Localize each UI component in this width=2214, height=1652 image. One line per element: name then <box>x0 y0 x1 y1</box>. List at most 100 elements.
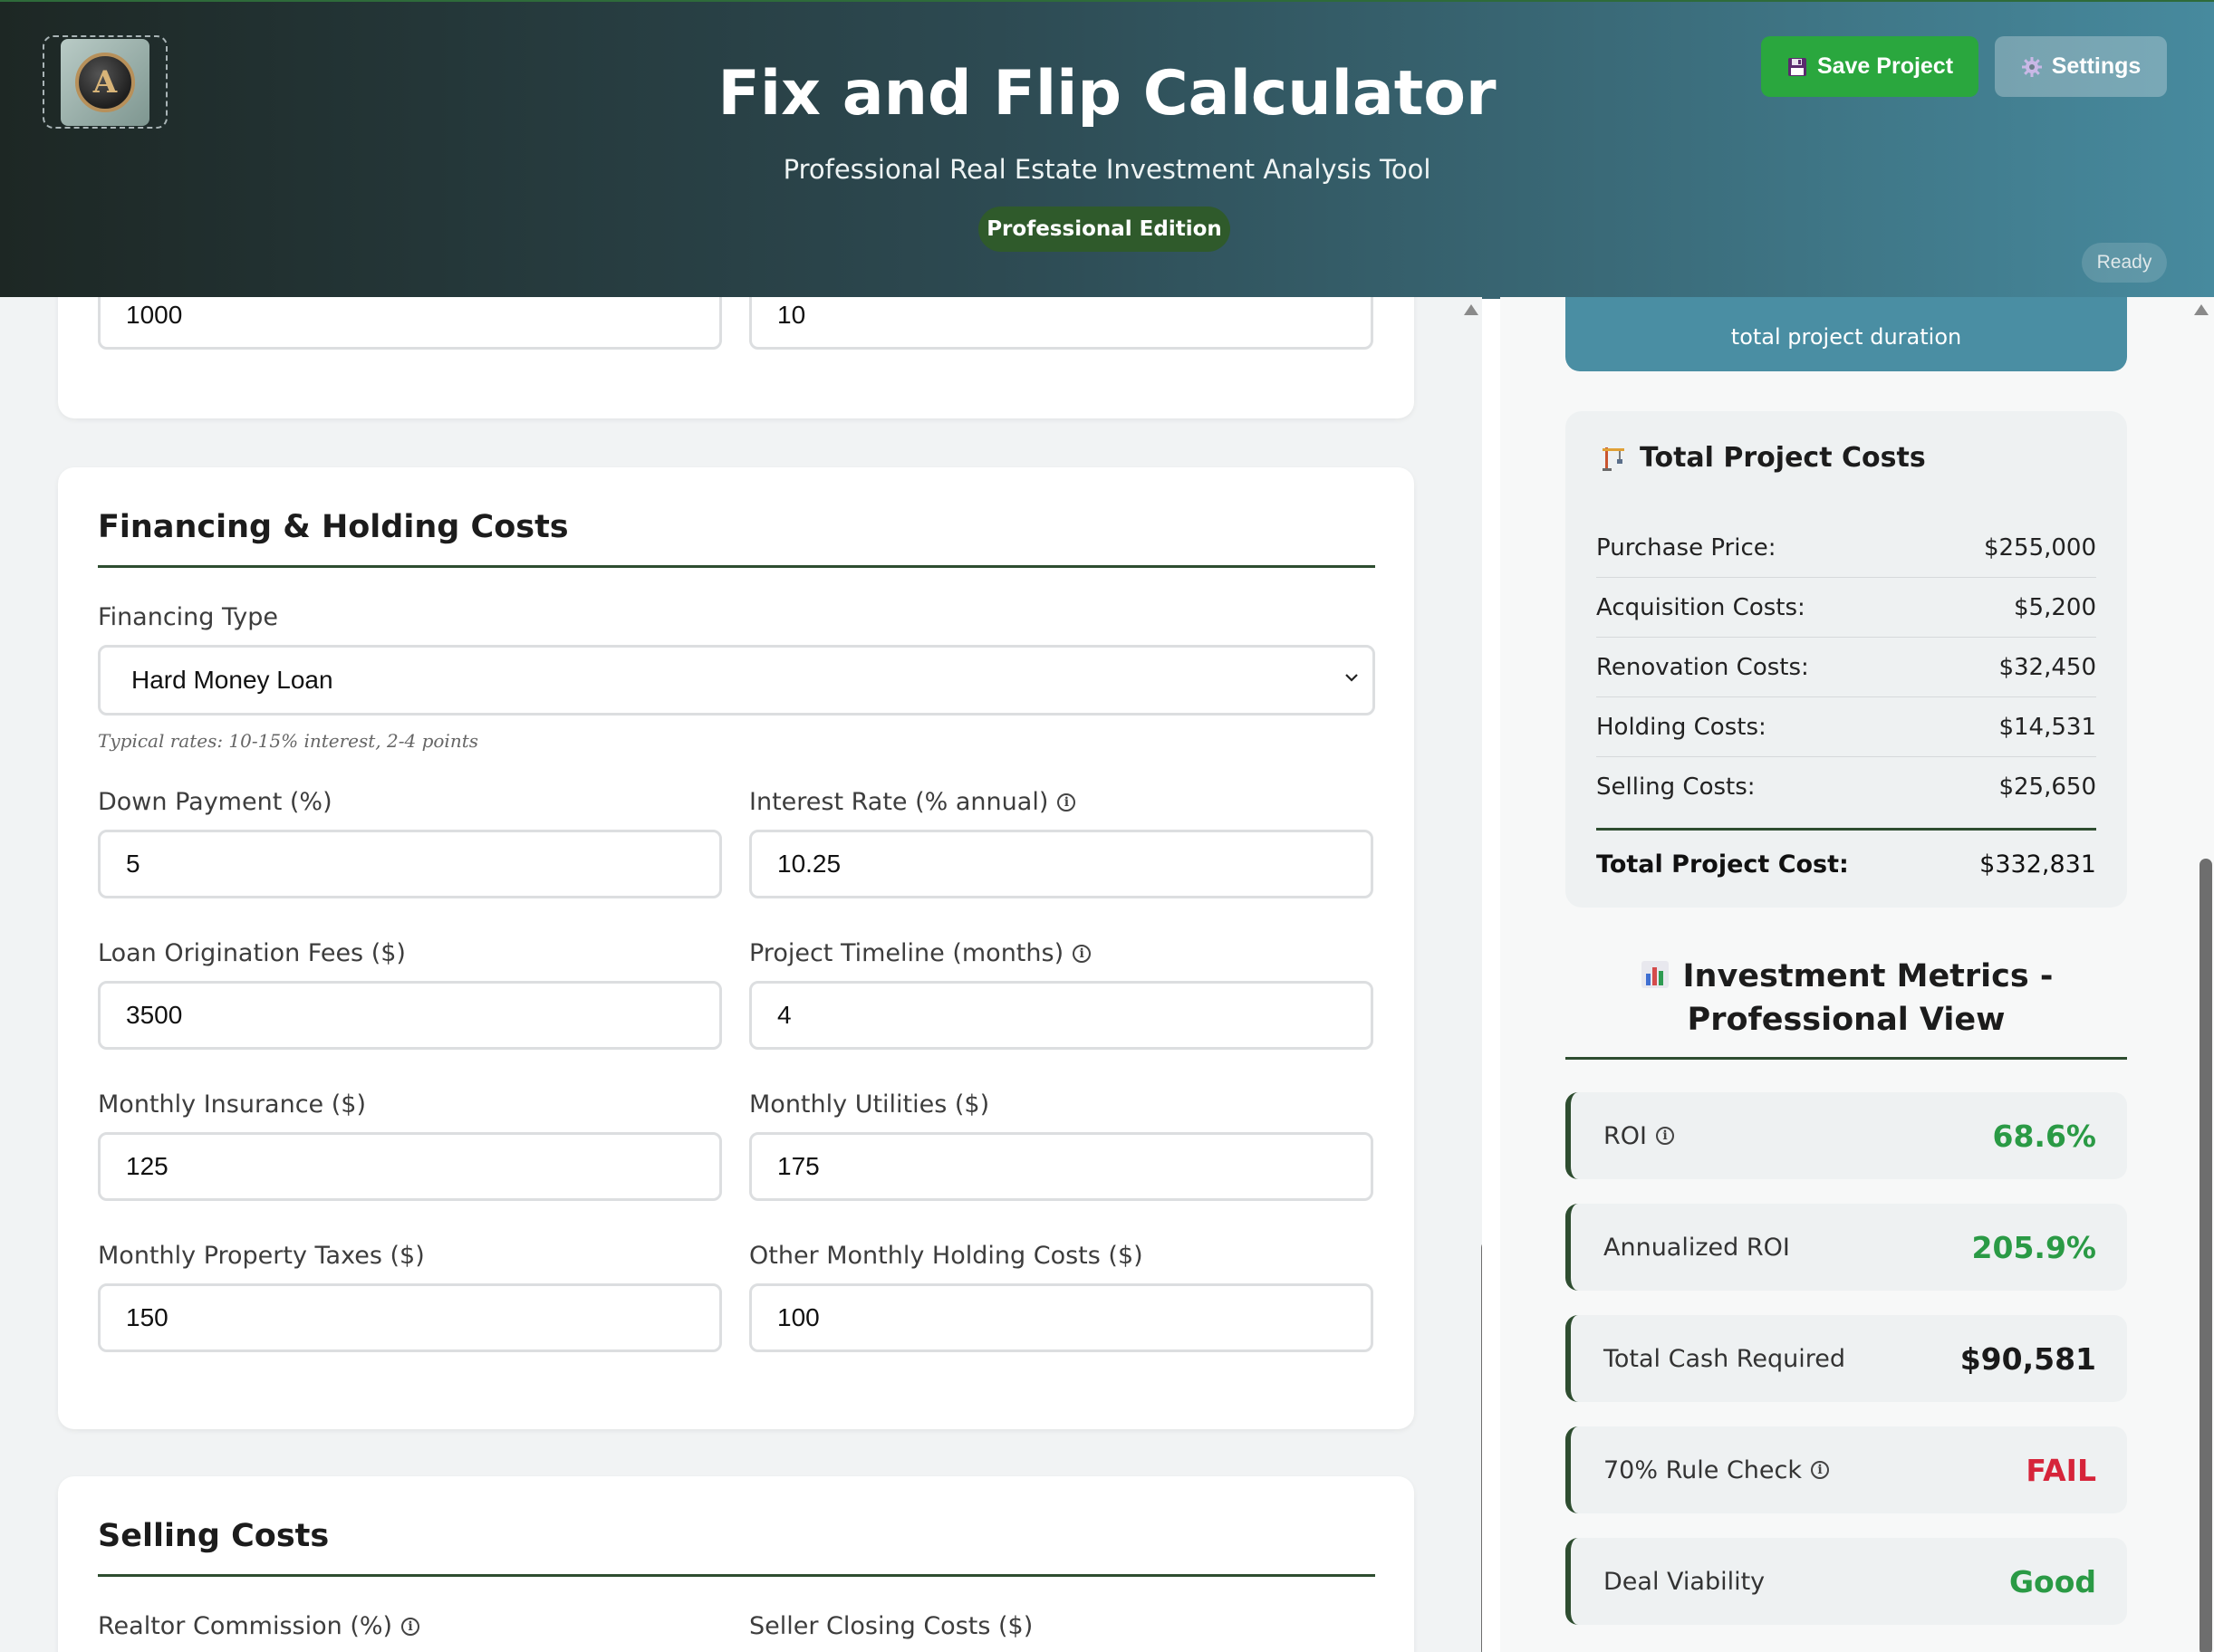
settings-button[interactable]: Settings <box>1995 36 2167 97</box>
total-costs-title: Total Project Costs <box>1600 442 1926 474</box>
metric-label: Annualized ROI <box>1603 1234 1790 1262</box>
previous-field-right-input[interactable]: 10 <box>749 297 1373 350</box>
metric-annualized-roi: Annualized ROI 205.9% <box>1565 1204 2127 1291</box>
previous-section-card: 1000 10 <box>58 297 1414 418</box>
metric-label-text: Annualized ROI <box>1603 1233 1790 1262</box>
scrollbar-thumb[interactable] <box>1481 1241 1482 1652</box>
total-cost-value: $332,831 <box>1979 850 2096 879</box>
metric-value: 68.6% <box>1992 1118 2097 1154</box>
utilities-label-text: Monthly Utilities ($) <box>749 1090 990 1119</box>
info-icon[interactable]: i <box>401 1617 420 1636</box>
down-payment-label: Down Payment (%) <box>98 788 332 816</box>
scrollbar-thumb[interactable] <box>2200 859 2212 1652</box>
financing-section-card: Financing & Holding Costs Financing Type… <box>58 467 1414 1429</box>
gear-icon <box>2021 56 2042 77</box>
settings-label: Settings <box>2051 53 2142 79</box>
other-holding-input[interactable]: 100 <box>749 1283 1373 1352</box>
property-taxes-input[interactable]: 150 <box>98 1283 722 1352</box>
interest-rate-input[interactable]: 10.25 <box>749 830 1373 898</box>
info-icon[interactable]: i <box>1811 1461 1830 1479</box>
section-divider <box>98 565 1375 568</box>
property-taxes-value: 150 <box>126 1303 168 1331</box>
down-payment-label-text: Down Payment (%) <box>98 788 332 816</box>
cost-label: Selling Costs: <box>1596 773 1756 801</box>
cost-row-holding: Holding Costs: $14,531 <box>1596 697 2096 757</box>
previous-field-left-input[interactable]: 1000 <box>98 297 722 350</box>
other-holding-label: Other Monthly Holding Costs ($) <box>749 1242 1143 1270</box>
utilities-input[interactable]: 175 <box>749 1132 1373 1201</box>
metric-total-cash: Total Cash Required $90,581 <box>1565 1315 2127 1402</box>
metric-label: Total Cash Required <box>1603 1345 1845 1373</box>
scroll-up-arrow[interactable] <box>1464 304 1478 315</box>
cost-value: $5,200 <box>2014 593 2096 621</box>
metric-value: 205.9% <box>1971 1229 2096 1265</box>
loan-fees-value: 3500 <box>126 1001 183 1029</box>
save-project-button[interactable]: Save Project <box>1761 36 1978 97</box>
utilities-label: Monthly Utilities ($) <box>749 1090 989 1119</box>
interest-rate-value: 10.25 <box>777 850 842 878</box>
down-payment-value: 5 <box>126 850 140 878</box>
metrics-title-text-1: Investment Metrics - <box>1682 958 2054 994</box>
financing-type-select[interactable]: Hard Money Loan <box>98 645 1375 716</box>
metric-label: 70% Rule Check i <box>1603 1455 1830 1484</box>
property-taxes-label: Monthly Property Taxes ($) <box>98 1242 425 1270</box>
seller-closing-label-text: Seller Closing Costs ($) <box>749 1612 1034 1640</box>
cost-row-purchase: Purchase Price: $255,000 <box>1596 518 2096 578</box>
metric-deal-viability: Deal Viability Good <box>1565 1538 2127 1625</box>
floppy-disk-icon <box>1787 57 1806 76</box>
timeline-input[interactable]: 4 <box>749 981 1373 1050</box>
metric-value: FAIL <box>2026 1452 2096 1488</box>
financing-hint: Typical rates: 10-15% interest, 2-4 poin… <box>98 730 478 752</box>
metric-label-text: 70% Rule Check <box>1603 1455 1803 1484</box>
metric-label: ROI i <box>1603 1122 1674 1150</box>
cost-row-selling: Selling Costs: $25,650 <box>1596 757 2096 817</box>
app-subtitle: Professional Real Estate Investment Anal… <box>783 154 1431 185</box>
cost-row-acquisition: Acquisition Costs: $5,200 <box>1596 578 2096 638</box>
property-taxes-label-text: Monthly Property Taxes ($) <box>98 1242 425 1270</box>
scroll-up-arrow[interactable] <box>2194 304 2209 315</box>
metric-label: Deal Viability <box>1603 1568 1765 1596</box>
metrics-title-line1: Investment Metrics - <box>1565 955 2127 998</box>
realtor-commission-label: Realtor Commission (%) i <box>98 1612 420 1640</box>
duration-card: total project duration <box>1565 297 2127 371</box>
duration-caption: total project duration <box>1730 324 1962 350</box>
utilities-value: 175 <box>777 1152 820 1180</box>
down-payment-input[interactable]: 5 <box>98 830 722 898</box>
financing-type-label: Financing Type <box>98 603 278 631</box>
total-divider <box>1596 828 2096 831</box>
insurance-value: 125 <box>126 1152 168 1180</box>
timeline-value: 4 <box>777 1001 792 1029</box>
status-badge: Ready <box>2082 243 2167 283</box>
seller-closing-label: Seller Closing Costs ($) <box>749 1612 1033 1640</box>
cost-value: $255,000 <box>1983 533 2096 562</box>
metric-value: Good <box>2008 1563 2096 1599</box>
other-holding-label-text: Other Monthly Holding Costs ($) <box>749 1242 1143 1270</box>
loan-fees-input[interactable]: 3500 <box>98 981 722 1050</box>
metric-label-text: Total Cash Required <box>1603 1344 1845 1373</box>
save-project-label: Save Project <box>1816 53 1954 79</box>
bar-chart-icon <box>1641 961 1669 988</box>
loan-fees-label: Loan Origination Fees ($) <box>98 939 406 967</box>
metric-label-text: ROI <box>1603 1121 1647 1150</box>
input-panel: 1000 10 Financing & Holding Costs Financ… <box>0 297 1482 1652</box>
results-panel: total project duration Total Project Cos… <box>1500 297 2214 1652</box>
cost-label: Holding Costs: <box>1596 713 1766 741</box>
interest-rate-label-text: Interest Rate (% annual) <box>749 788 1049 816</box>
info-icon[interactable]: i <box>1073 944 1092 963</box>
metrics-title: Investment Metrics - Professional View <box>1565 955 2127 1042</box>
insurance-input[interactable]: 125 <box>98 1132 722 1201</box>
metrics-divider <box>1565 1057 2127 1060</box>
metrics-title-line2: Professional View <box>1687 1002 2006 1038</box>
previous-field-right-value: 10 <box>777 301 806 329</box>
financing-type-value: Hard Money Loan <box>131 666 333 694</box>
cost-label: Renovation Costs: <box>1596 653 1809 681</box>
cost-value: $25,650 <box>1998 773 2096 801</box>
info-icon[interactable]: i <box>1057 792 1076 812</box>
cost-row-renovation: Renovation Costs: $32,450 <box>1596 638 2096 697</box>
metric-70-rule: 70% Rule Check i FAIL <box>1565 1426 2127 1513</box>
total-cost-label: Total Project Cost: <box>1596 850 1849 879</box>
info-icon[interactable]: i <box>1655 1127 1674 1145</box>
insurance-label: Monthly Insurance ($) <box>98 1090 366 1119</box>
total-costs-card: Total Project Costs Purchase Price: $255… <box>1565 411 2127 908</box>
cost-value: $14,531 <box>1998 713 2096 741</box>
